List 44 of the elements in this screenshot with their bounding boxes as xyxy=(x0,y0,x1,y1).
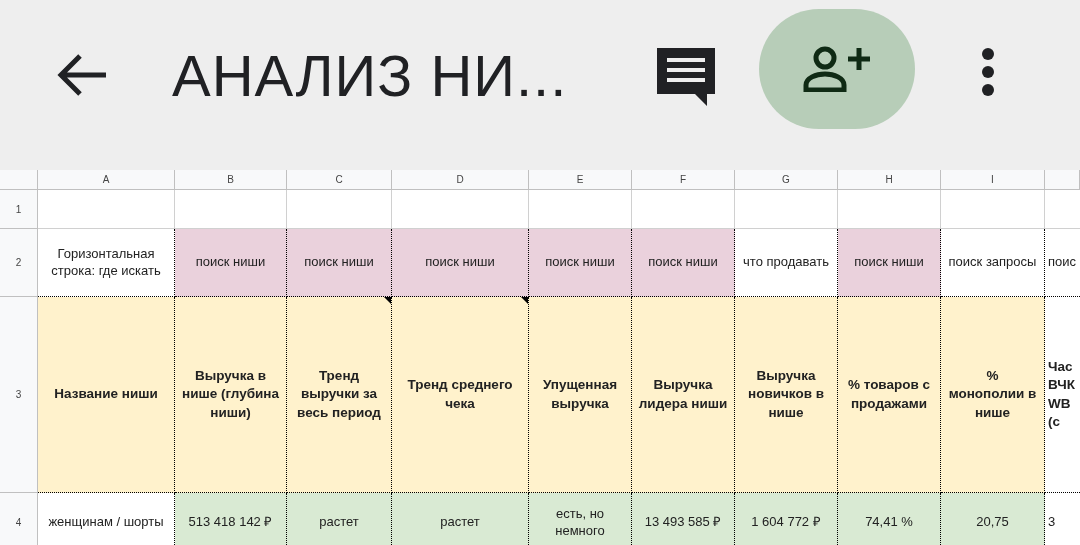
table-cell: 1 604 772 ₽ xyxy=(735,493,838,545)
table-cell: растет xyxy=(392,493,529,545)
table-cell: % монополии в нише xyxy=(941,297,1045,493)
table-cell: поиск ниши xyxy=(287,229,392,297)
table-cell: Выручка новичков в нише xyxy=(735,297,838,493)
table-cell: Тренд среднего чека xyxy=(392,297,529,493)
row-header[interactable]: 4 xyxy=(15,517,22,528)
table-cell: поиск ниши xyxy=(392,229,529,297)
table-cell: есть, но немного xyxy=(529,493,632,545)
column-header[interactable]: A xyxy=(102,174,110,185)
table-cell: поиск ниши xyxy=(175,229,287,297)
column-header[interactable]: F xyxy=(679,174,687,185)
table-cell: % товаров с продажами xyxy=(838,297,941,493)
table-cell: Выручка лидера ниши xyxy=(632,297,735,493)
table-cell: Горизонтальная строка: где искать xyxy=(38,229,175,297)
comment-icon[interactable] xyxy=(655,46,718,108)
table-cell: 74,41 % xyxy=(838,493,941,545)
table-cell: поиск запросы xyxy=(941,229,1045,297)
table-cell: 513 418 142 ₽ xyxy=(175,493,287,545)
table-cell: Выручка в нише (глубина ниши) xyxy=(175,297,287,493)
table-cell: растет xyxy=(287,493,392,545)
table-cell: поиск ниши xyxy=(838,229,941,297)
column-header[interactable]: D xyxy=(456,174,464,185)
column-header[interactable]: B xyxy=(227,174,234,185)
table-cell: что продавать xyxy=(735,229,838,297)
row-header[interactable]: 1 xyxy=(15,203,22,215)
row-header[interactable]: 2 xyxy=(15,257,22,268)
column-header[interactable]: H xyxy=(885,174,893,185)
table-cell: поиск ниши xyxy=(632,229,735,297)
table-cell: 13 493 585 ₽ xyxy=(632,493,735,545)
back-icon[interactable] xyxy=(56,53,108,97)
more-icon[interactable] xyxy=(981,47,996,97)
column-header[interactable]: C xyxy=(335,174,343,185)
column-header[interactable]: E xyxy=(576,174,584,185)
table-cell: 20,75 xyxy=(941,493,1045,545)
table-cell: Упущенная выручка xyxy=(529,297,632,493)
sheet-title: АНАЛИЗ НИ... xyxy=(172,41,568,109)
add-person-icon xyxy=(803,46,872,92)
table-cell: Тренд выручки за весь период xyxy=(287,297,392,493)
table-cell: Название ниши xyxy=(38,297,175,493)
row-header[interactable]: 3 xyxy=(15,389,22,400)
column-header[interactable]: G xyxy=(782,174,790,185)
column-header[interactable]: I xyxy=(991,174,994,185)
table-cell: поиск ниши xyxy=(529,229,632,297)
